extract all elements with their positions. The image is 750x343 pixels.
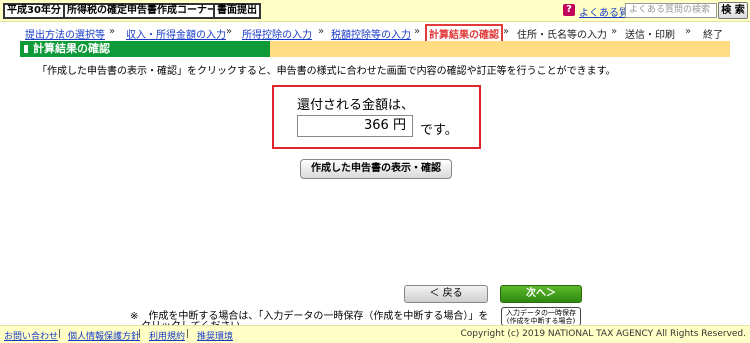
refund-amount-value: 366	[364, 118, 389, 133]
step-separator: »	[318, 26, 325, 37]
temporary-save-label: 入力データの一時保存	[506, 309, 576, 317]
step-income-input[interactable]: 収入・所得金額の入力	[126, 26, 226, 41]
step-finish: 終了	[703, 30, 723, 41]
tab-filing-corner[interactable]: 所得税の確定申告書作成コーナー	[63, 3, 221, 19]
refund-amount-panel: 還付される金額は、 366 円 です。	[272, 85, 481, 149]
step-submission-method[interactable]: 提出方法の選択等	[25, 26, 105, 41]
top-header-bar: 平成30年分 所得税の確定申告書作成コーナー 書面提出 ? よくある質問 よくあ…	[0, 0, 750, 22]
footer-link-contact[interactable]: お問い合わせ	[4, 329, 58, 342]
step-separator: »	[611, 26, 618, 37]
refund-label: 還付される金額は、	[297, 98, 415, 113]
back-button[interactable]: ＜ 戻る	[404, 285, 488, 303]
step-navigation: 提出方法の選択等 » 収入・所得金額の入力 » 所得控除の入力 » 税額控除等の…	[0, 23, 750, 43]
step-tax-credit-input[interactable]: 税額控除等の入力	[331, 26, 411, 41]
tab-tax-year[interactable]: 平成30年分	[3, 3, 65, 19]
step-send-print: 送信・印刷	[625, 30, 675, 41]
footer-separator: |	[138, 329, 142, 339]
next-button[interactable]: 次へ＞	[500, 285, 582, 303]
step-address-name: 住所・氏名等の入力	[517, 30, 607, 41]
view-tax-return-button[interactable]: 作成した申告書の表示・確認	[300, 159, 452, 179]
footer-link-terms[interactable]: 利用規約	[149, 329, 185, 342]
footer-link-environment[interactable]: 推奨環境	[197, 329, 233, 342]
refund-suffix: です。	[420, 123, 458, 138]
step-deduction-input[interactable]: 所得控除の入力	[242, 26, 312, 41]
copyright-text: Copyright (c) 2019 NATIONAL TAX AGENCY A…	[460, 329, 747, 339]
faq-search-input[interactable]: よくある質問の検索	[625, 3, 717, 18]
step-separator: »	[414, 26, 421, 37]
footer-separator: |	[186, 329, 190, 339]
tab-paper-submission[interactable]: 書面提出	[213, 3, 261, 19]
page-title: 計算結果の確認	[20, 41, 270, 57]
step-separator: »	[503, 26, 510, 37]
help-icon[interactable]: ?	[563, 4, 575, 16]
footer-bar: お問い合わせ | 個人情報保護方針 | 利用規約 | 推奨環境 Copyrigh…	[0, 325, 750, 343]
footer-link-privacy[interactable]: 個人情報保護方針	[68, 329, 140, 342]
footer-separator: |	[58, 329, 62, 339]
page-description: 「作成した申告書の表示・確認」をクリックすると、申告書の様式に合わせた画面で内容…	[37, 66, 616, 77]
step-separator: »	[685, 26, 692, 37]
temporary-save-button[interactable]: 入力データの一時保存 (作成を中断する場合)	[501, 307, 581, 326]
section-title-bar: 計算結果の確認	[20, 41, 730, 57]
step-separator: »	[226, 26, 233, 37]
search-button[interactable]: 検 索	[718, 2, 748, 19]
refund-amount-field: 366 円	[297, 115, 413, 137]
refund-amount-unit: 円	[392, 118, 406, 133]
temporary-save-sublabel: (作成を中断する場合)	[506, 317, 576, 325]
step-separator: »	[109, 26, 116, 37]
